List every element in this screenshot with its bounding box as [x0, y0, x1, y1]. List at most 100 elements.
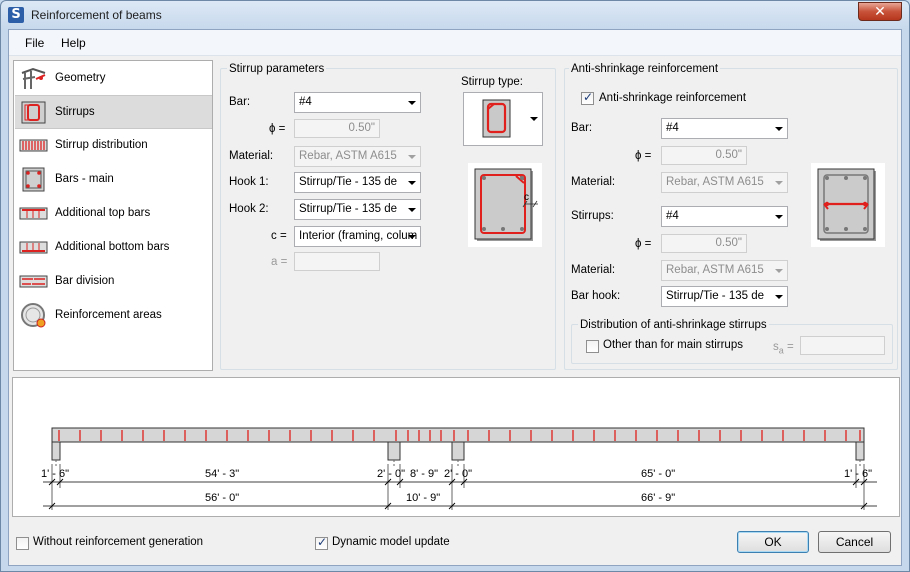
- as-bar-select[interactable]: #4: [661, 118, 788, 139]
- as-bar-label: Bar:: [571, 122, 593, 134]
- without-generation-checkbox[interactable]: [16, 537, 29, 550]
- menu-help[interactable]: Help: [61, 36, 86, 50]
- other-than-main-label: Other than for main stirrups: [603, 339, 743, 351]
- cancel-button[interactable]: Cancel: [818, 531, 891, 553]
- chevron-down-icon: [775, 181, 783, 185]
- as-hook-select[interactable]: Stirrup/Tie - 135 de: [661, 286, 788, 307]
- sa-equals: =: [783, 341, 794, 353]
- reinforcement-areas-icon: [21, 303, 46, 328]
- sidebar-item-additional-top-bars[interactable]: Additional top bars: [15, 197, 212, 231]
- sidebar-item-label: Bar division: [55, 275, 115, 287]
- stirrup-preview: c: [468, 163, 542, 247]
- cover-c-label: c =: [271, 230, 287, 242]
- title-bar: S Reinforcement of beams ✕: [1, 1, 909, 29]
- chevron-down-icon: [775, 127, 783, 131]
- dynamic-update-label: Dynamic model update: [332, 536, 450, 548]
- sidebar-item-label: Additional bottom bars: [55, 241, 170, 253]
- hook1-select[interactable]: Stirrup/Tie - 135 de: [294, 172, 421, 193]
- dim-text: 65' - 0": [641, 468, 676, 480]
- stirrup-bar-select[interactable]: #4: [294, 92, 421, 113]
- stirrup-material-value: Rebar, ASTM A615: [299, 150, 397, 162]
- as-material1-label: Material:: [571, 176, 616, 188]
- a-field: [294, 252, 380, 271]
- as-phi2-label: ϕ =: [635, 238, 652, 250]
- chevron-down-icon: [408, 208, 416, 212]
- stirrup-type-picker[interactable]: [463, 92, 543, 146]
- dialog-client: File Help Geometry Stirrups Stirrup dist…: [8, 29, 902, 566]
- bar-division-icon: [19, 275, 48, 288]
- sidebar-item-stirrups[interactable]: Stirrups: [15, 95, 212, 129]
- stirrup-phi-field: 0.50": [294, 119, 380, 138]
- menu-file[interactable]: File: [25, 36, 44, 50]
- beam-drawing: [43, 427, 877, 510]
- dim-text: 8' - 9": [410, 468, 439, 480]
- sidebar-item-geometry[interactable]: Geometry: [15, 62, 212, 96]
- hook2-select[interactable]: Stirrup/Tie - 135 de: [294, 199, 421, 220]
- chevron-down-icon: [408, 235, 416, 239]
- chevron-down-icon: [775, 295, 783, 299]
- hook2-value: Stirrup/Tie - 135 de: [299, 203, 398, 215]
- anti-shrinkage-checkbox[interactable]: [581, 90, 594, 105]
- dim-text: 56' - 0": [205, 492, 240, 504]
- chevron-down-icon: [775, 269, 783, 273]
- as-material2-label: Material:: [571, 264, 616, 276]
- chevron-down-icon: [408, 155, 416, 159]
- sidebar: Geometry Stirrups Stirrup distribution B…: [13, 60, 213, 371]
- as-phi2-field: 0.50": [661, 234, 747, 253]
- dim-text: 66' - 9": [641, 492, 676, 504]
- dim-text: 10' - 9": [406, 492, 441, 504]
- chevron-down-icon: [775, 215, 783, 219]
- sidebar-item-additional-bottom-bars[interactable]: Additional bottom bars: [15, 231, 212, 265]
- sidebar-item-bars-main[interactable]: Bars - main: [15, 163, 212, 197]
- sidebar-item-label: Geometry: [55, 72, 106, 84]
- stirrup-material-select: Rebar, ASTM A615: [294, 146, 421, 167]
- as-stirrups-select[interactable]: #4: [661, 206, 788, 227]
- chevron-down-icon: [408, 101, 416, 105]
- cover-c-value: Interior (framing, colum: [299, 230, 418, 242]
- stirrup-distribution-icon: [19, 139, 48, 152]
- sidebar-item-label: Stirrups: [55, 106, 95, 118]
- sidebar-item-label: Additional top bars: [55, 207, 151, 219]
- bottom-bars-icon: [19, 241, 48, 254]
- as-material1-select: Rebar, ASTM A615: [661, 172, 788, 193]
- anti-shrinkage-preview: [811, 163, 885, 247]
- dim-text: 2' - 0": [377, 468, 406, 480]
- sidebar-item-stirrup-distribution[interactable]: Stirrup distribution: [15, 129, 212, 163]
- preview-c-label: c: [524, 192, 529, 203]
- sidebar-item-bar-division[interactable]: Bar division: [15, 265, 212, 299]
- cover-c-select[interactable]: Interior (framing, colum: [294, 226, 421, 247]
- as-phi1-field: 0.50": [661, 146, 747, 165]
- sidebar-item-label: Stirrup distribution: [55, 139, 148, 151]
- as-stirrups-label: Stirrups:: [571, 210, 614, 222]
- stirrups-icon: [21, 101, 46, 124]
- stirrup-parameters-title: Stirrup parameters: [227, 63, 327, 75]
- dynamic-update-checkbox[interactable]: [315, 535, 328, 550]
- a-label: a =: [271, 256, 288, 268]
- sa-label: sa =: [773, 341, 794, 355]
- ok-button[interactable]: OK: [737, 531, 809, 553]
- stirrup-section-icon: [474, 168, 538, 241]
- anti-shrinkage-section-icon: [817, 168, 876, 241]
- sidebar-item-label: Bars - main: [55, 173, 114, 185]
- geometry-icon: [21, 67, 46, 89]
- hook1-label: Hook 1:: [229, 176, 269, 188]
- as-material2-select: Rebar, ASTM A615: [661, 260, 788, 281]
- main-bars-icon: [22, 167, 45, 192]
- close-button[interactable]: ✕: [858, 2, 902, 21]
- sidebar-item-reinforcement-areas[interactable]: Reinforcement areas: [15, 299, 212, 333]
- sa-field: [800, 336, 885, 355]
- as-hook-label: Bar hook:: [571, 290, 621, 302]
- stirrup-bar-value: #4: [299, 96, 312, 108]
- other-than-main-checkbox[interactable]: [586, 340, 599, 353]
- stirrup-type-label: Stirrup type:: [461, 76, 523, 88]
- closed-stirrup-icon: [482, 99, 511, 138]
- hook1-value: Stirrup/Tie - 135 de: [299, 176, 398, 188]
- menu-bar: File Help: [9, 30, 901, 56]
- sidebar-item-label: Reinforcement areas: [55, 309, 162, 321]
- dialog-window: S Reinforcement of beams ✕ File Help Geo…: [0, 0, 910, 572]
- top-bars-icon: [19, 207, 48, 220]
- window-title: Reinforcement of beams: [31, 8, 162, 22]
- as-bar-value: #4: [666, 122, 679, 134]
- stirrup-material-label: Material:: [229, 150, 274, 162]
- as-hook-value: Stirrup/Tie - 135 de: [666, 290, 765, 302]
